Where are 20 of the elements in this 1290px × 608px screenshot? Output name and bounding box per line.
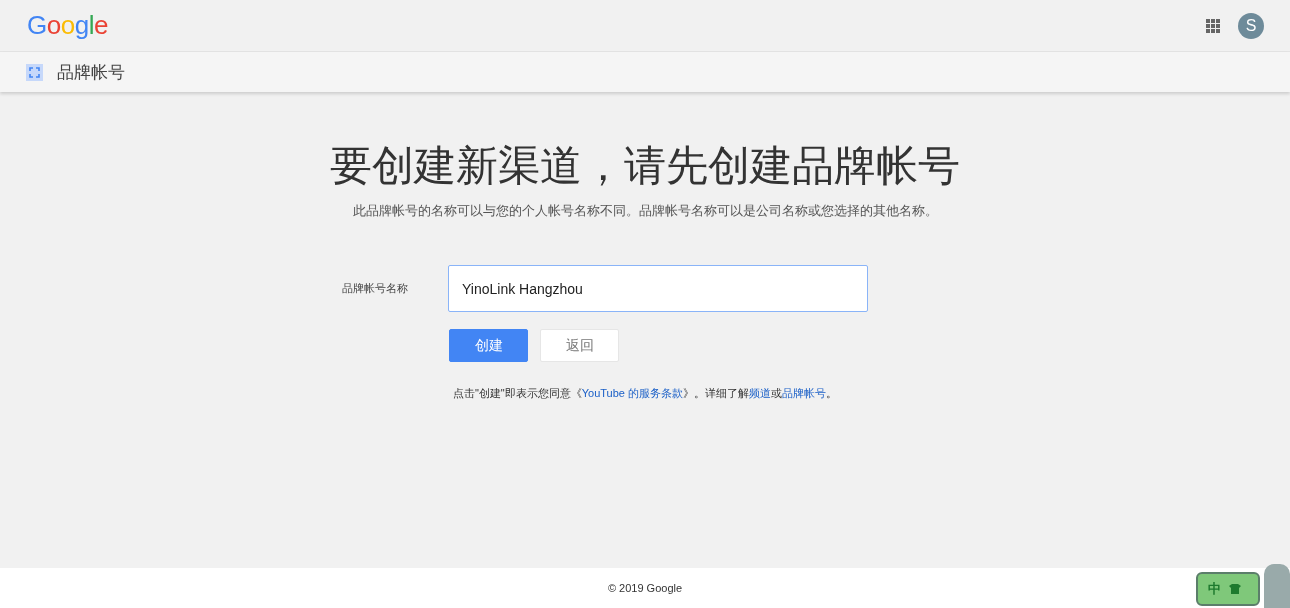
terms-link[interactable]: 品牌帐号 bbox=[782, 387, 827, 399]
heading: 要创建新渠道，请先创建品牌帐号 bbox=[330, 141, 960, 191]
apps-grid-icon[interactable] bbox=[1206, 18, 1220, 33]
field-label: 品牌帐号名称 bbox=[342, 281, 409, 296]
create-button[interactable]: 创建 bbox=[449, 329, 528, 362]
avatar[interactable]: S bbox=[1238, 12, 1264, 39]
shirt-icon[interactable] bbox=[1229, 584, 1241, 594]
google-logo[interactable]: Google bbox=[27, 10, 108, 41]
description: 此品牌帐号的名称可以与您的个人帐号名称不同。品牌帐号名称可以是公司名称或您选择的其他名称。 bbox=[352, 202, 938, 220]
brand-name-input[interactable]: YinoLink Hangzhou bbox=[448, 265, 868, 312]
ime-toolbar[interactable]: 中 bbox=[1196, 572, 1260, 606]
input-mode-label[interactable]: 中 bbox=[1208, 580, 1221, 598]
back-button[interactable]: 返回 bbox=[540, 329, 619, 362]
copyright: © 2019 Google bbox=[607, 582, 683, 594]
photo-placeholder bbox=[1264, 564, 1290, 608]
brand-account-icon bbox=[26, 63, 43, 81]
terms-link[interactable]: YouTube 的服务条款 bbox=[581, 387, 684, 399]
page-title: 品牌帐号 bbox=[57, 61, 125, 84]
terms-text: 点击"创建"即表示您同意《YouTube 的服务条款》。详细了解频道或品牌帐号。 bbox=[452, 386, 838, 401]
terms-link[interactable]: 频道 bbox=[749, 387, 772, 399]
